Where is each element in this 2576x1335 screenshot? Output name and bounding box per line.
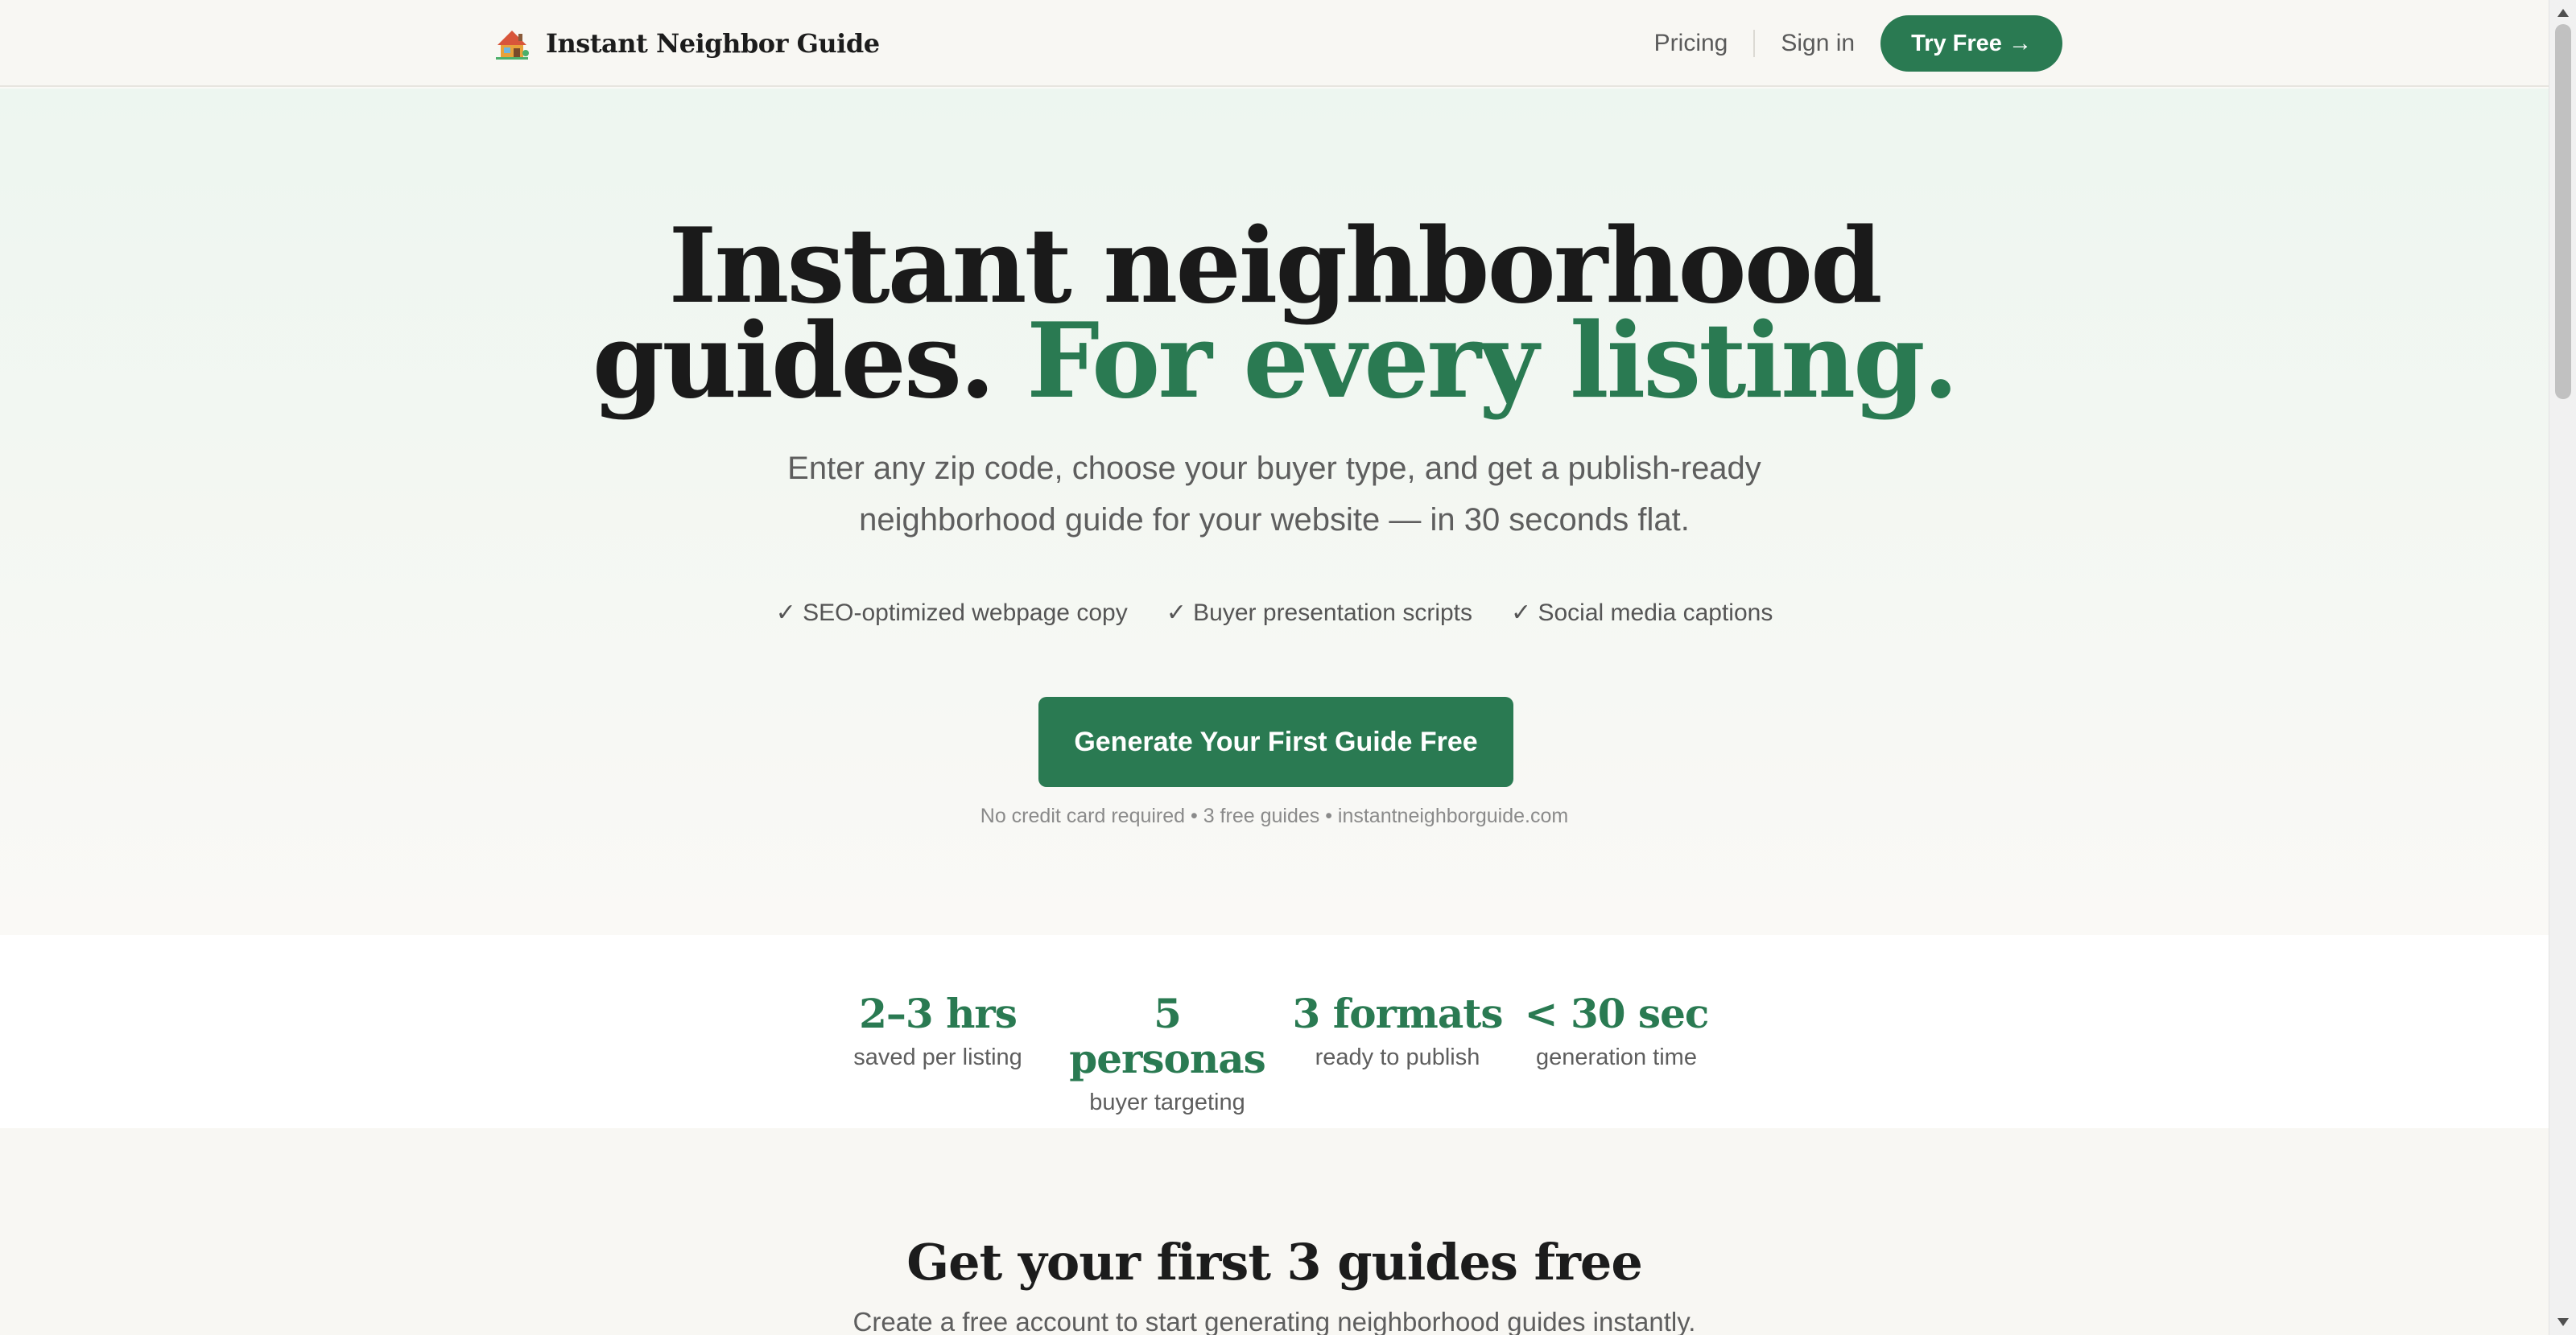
try-free-button[interactable]: Try Free →	[1880, 15, 2062, 72]
stat-value: 2–3 hrs	[859, 990, 1018, 1037]
stat-value: 5 personas	[1069, 990, 1266, 1082]
hero-subtitle: Enter any zip code, choose your buyer ty…	[0, 443, 2549, 546]
stat-label: buyer targeting	[1089, 1090, 1245, 1115]
stat-value: < 30 sec	[1524, 990, 1710, 1037]
feature-list: ✓ SEO-optimized webpage copy ✓ Buyer pre…	[0, 599, 2549, 627]
hero-title-accent: For every listing.	[1026, 301, 1959, 422]
feature-item-social: ✓ Social media captions	[1511, 600, 1773, 626]
stat-time-saved: 2–3 hrs saved per listing	[837, 991, 1038, 1071]
top-navbar: Instant Neighbor Guide Pricing Sign in T…	[0, 0, 2549, 87]
pricing-link[interactable]: Pricing	[1654, 30, 1728, 57]
stat-formats: 3 formats ready to publish	[1288, 991, 1507, 1071]
brand-name: Instant Neighbor Guide	[546, 28, 880, 59]
stat-label: saved per listing	[853, 1045, 1022, 1070]
stat-label: generation time	[1536, 1045, 1697, 1070]
stat-personas: 5 personas buyer targeting	[1055, 991, 1280, 1116]
cta-fineprint: No credit card required • 3 free guides …	[980, 805, 1569, 827]
signup-subtitle: Create a free account to start generatin…	[852, 1307, 1696, 1335]
stat-label: ready to publish	[1315, 1045, 1480, 1070]
generate-guide-button[interactable]: Generate Your First Guide Free	[1038, 697, 1513, 787]
scroll-up-arrow-icon[interactable]	[2557, 6, 2570, 19]
feature-item-seo: ✓ SEO-optimized webpage copy	[775, 600, 1128, 626]
sign-in-link[interactable]: Sign in	[1781, 30, 1855, 57]
nav-actions: Pricing Sign in Try Free →	[1654, 15, 2062, 72]
hero-section: Instant neighborhood guides. For every l…	[0, 89, 2549, 935]
signup-title: Get your first 3 guides free	[906, 1233, 1643, 1292]
stats-section: 2–3 hrs saved per listing 5 personas buy…	[0, 935, 2549, 1128]
signup-section: Get your first 3 guides free Create a fr…	[0, 1128, 2549, 1335]
page-scrollbar[interactable]	[2549, 0, 2576, 1335]
hero-subtitle-line1: Enter any zip code, choose your buyer ty…	[787, 451, 1761, 486]
hero-title-line2: guides.	[592, 301, 1027, 422]
brand-link[interactable]: Instant Neighbor Guide	[494, 24, 880, 63]
hero-subtitle-line2: neighborhood guide for your website — in…	[859, 502, 1690, 538]
hero-title: Instant neighborhood guides. For every l…	[0, 215, 2549, 413]
nav-divider	[1753, 30, 1756, 57]
stat-value: 3 formats	[1292, 990, 1504, 1037]
scrollbar-thumb[interactable]	[2555, 24, 2571, 399]
scroll-down-arrow-icon[interactable]	[2557, 1316, 2570, 1329]
stat-generation-time: < 30 sec generation time	[1513, 991, 1719, 1071]
page: Instant Neighbor Guide Pricing Sign in T…	[0, 0, 2549, 1335]
house-icon	[496, 31, 529, 60]
feature-item-scripts: ✓ Buyer presentation scripts	[1166, 600, 1473, 626]
